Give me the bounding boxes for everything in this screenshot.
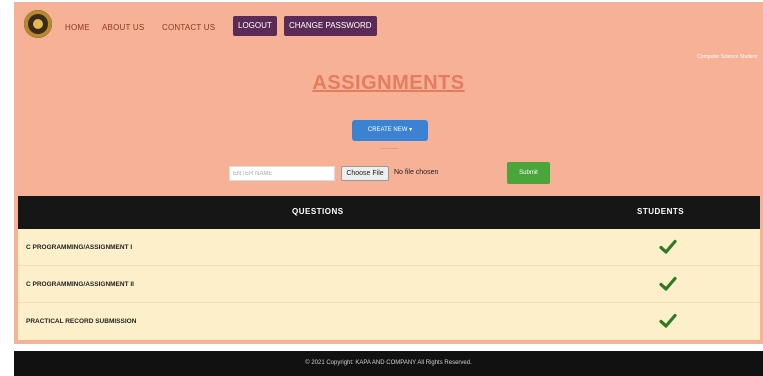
footer-copyright-text: © 2021 Copyright: KAPA AND COMPANY All R… <box>305 360 472 366</box>
logo[interactable] <box>24 10 52 38</box>
table-row[interactable]: PRACTICAL RECORD SUBMISSION <box>18 303 760 340</box>
questions-column-header: QUESTIONS <box>292 207 344 216</box>
question-cell[interactable]: PRACTICAL RECORD SUBMISSION <box>26 318 136 325</box>
submit-button[interactable]: Submit <box>507 162 550 184</box>
table-row[interactable]: C PROGRAMMING/ASSIGNMENT I <box>18 229 760 266</box>
students-column-header: STUDENTS <box>637 207 685 216</box>
change-password-button[interactable]: CHANGE PASSWORD <box>284 16 377 36</box>
nav-home-link[interactable]: HOME <box>65 23 90 32</box>
enter-name-input[interactable] <box>229 166 335 181</box>
create-new-dropdown-button[interactable]: CREATE NEW ▾ <box>352 120 428 141</box>
navbar: HOME ABOUT US CONTACT US LOGOUT CHANGE P… <box>14 2 763 60</box>
table-row[interactable]: C PROGRAMMING/ASSIGNMENT II <box>18 266 760 303</box>
nav-about-link[interactable]: ABOUT US <box>102 23 144 32</box>
user-info-text: Computer Science Student <box>697 54 757 60</box>
page-title: ASSIGNMENTS <box>312 72 465 94</box>
page-frame: HOME ABOUT US CONTACT US LOGOUT CHANGE P… <box>14 2 763 376</box>
question-cell[interactable]: C PROGRAMMING/ASSIGNMENT II <box>26 281 134 288</box>
app-container: HOME ABOUT US CONTACT US LOGOUT CHANGE P… <box>14 2 763 344</box>
checkmark-icon[interactable] <box>658 311 678 331</box>
table-header: QUESTIONS STUDENTS <box>18 196 760 229</box>
logo-emblem <box>33 19 43 29</box>
file-status-text: No file chosen <box>394 169 439 176</box>
divider <box>380 148 398 149</box>
footer: © 2021 Copyright: KAPA AND COMPANY All R… <box>14 351 763 376</box>
checkmark-icon[interactable] <box>658 237 678 257</box>
choose-file-button[interactable]: Choose File <box>341 166 389 181</box>
assignments-table: QUESTIONS STUDENTS C PROGRAMMING/ASSIGNM… <box>18 196 760 340</box>
question-cell[interactable]: C PROGRAMMING/ASSIGNMENT I <box>26 244 132 251</box>
checkmark-icon[interactable] <box>658 274 678 294</box>
logout-button[interactable]: LOGOUT <box>233 16 277 36</box>
nav-contact-link[interactable]: CONTACT US <box>162 23 215 32</box>
